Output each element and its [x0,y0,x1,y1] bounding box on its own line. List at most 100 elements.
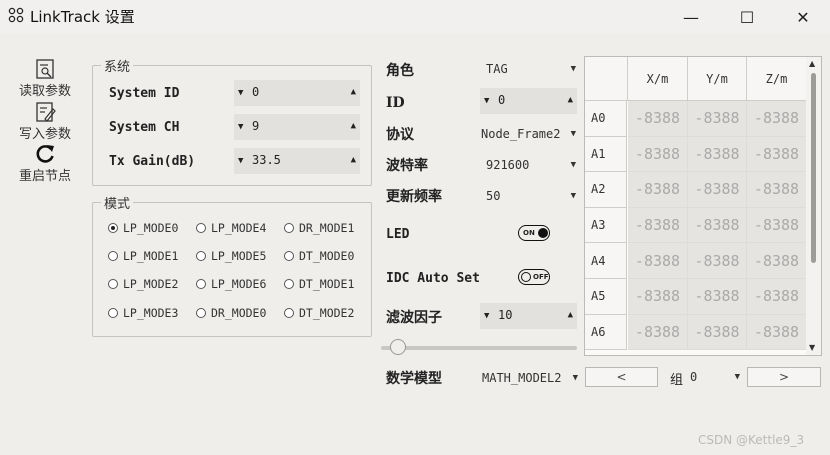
minimize-button[interactable]: — [668,0,714,34]
write-params-button[interactable]: 写入参数 [12,101,78,142]
mode-radio-dt-mode1[interactable]: DT_MODE1 [284,277,354,291]
increment-icon[interactable]: ▲ [351,87,356,97]
decrement-icon[interactable]: ▼ [238,156,243,166]
group-label: 组 [670,373,684,388]
scroll-thumb[interactable] [811,73,816,263]
mode-radio-lp-mode0[interactable]: LP_MODE0 [108,221,178,235]
radio-circle[interactable] [284,308,294,318]
baud-dropdown[interactable]: 921600 ▼ [486,158,576,174]
row-header[interactable]: A3 [585,207,627,244]
table-cell[interactable]: -8388 [628,243,688,279]
table-cell[interactable]: -8388 [747,207,807,244]
system-id-spinbox[interactable]: ▼ 0 ▲ [234,80,360,106]
filter-factor-spinbox[interactable]: ▼ 10 ▲ [480,303,577,329]
group-dropdown[interactable]: 0 ▼ [690,370,740,386]
mode-radio-lp-mode3[interactable]: LP_MODE3 [108,306,178,320]
mode-option-label: DT_MODE1 [299,277,355,291]
table-scrollbar[interactable]: ▲ ▼ [806,57,821,355]
row-header[interactable]: A6 [585,314,627,351]
next-group-button[interactable]: > [747,367,821,387]
decrement-icon[interactable]: ▼ [484,96,489,106]
radio-circle[interactable] [196,308,206,318]
led-toggle[interactable]: ON [518,225,550,241]
idc-auto-set-toggle[interactable]: OFF [518,269,550,285]
math-model-dropdown[interactable]: MATH_MODEL2 ▼ [482,371,578,387]
increment-icon[interactable]: ▲ [351,121,356,131]
close-button[interactable]: ✕ [780,0,826,34]
system-ch-spinbox[interactable]: ▼ 9 ▲ [234,114,360,140]
mode-option-label: DT_MODE2 [299,306,355,320]
table-cell[interactable]: -8388 [747,243,807,279]
title-bar: LinkTrack 设置 — ☐ ✕ [0,0,830,34]
chevron-down-icon: ▼ [570,129,576,139]
increment-icon[interactable]: ▲ [351,155,356,165]
filter-slider-track[interactable] [381,346,577,350]
id-spinbox[interactable]: ▼ 0 ▲ [480,88,577,114]
decrement-icon[interactable]: ▼ [484,311,489,321]
decrement-icon[interactable]: ▼ [238,122,243,132]
mode-radio-dr-mode1[interactable]: DR_MODE1 [284,221,354,235]
filter-slider-handle[interactable] [390,339,406,355]
table-cell[interactable]: -8388 [688,136,747,173]
mode-radio-dr-mode0[interactable]: DR_MODE0 [196,306,266,320]
radio-circle[interactable] [108,223,118,233]
scroll-up-icon[interactable]: ▲ [809,59,815,68]
mode-radio-dt-mode0[interactable]: DT_MODE0 [284,249,354,263]
row-header[interactable]: A1 [585,136,627,173]
radio-circle[interactable] [196,251,206,261]
tx-gain-spinbox[interactable]: ▼ 33.5 ▲ [234,148,360,174]
table-cell[interactable]: -8388 [747,101,807,137]
mode-radio-lp-mode6[interactable]: LP_MODE6 [196,277,266,291]
table-cell[interactable]: -8388 [747,136,807,173]
table-cell[interactable]: -8388 [628,279,688,315]
mode-radio-lp-mode5[interactable]: LP_MODE5 [196,249,266,263]
read-params-button[interactable]: 读取参数 [12,58,78,99]
row-header[interactable]: A2 [585,172,627,208]
scroll-down-icon[interactable]: ▼ [809,343,815,352]
table-cell[interactable]: -8388 [688,314,747,351]
protocol-dropdown[interactable]: Node_Frame2 ▼ [481,127,576,143]
read-params-icon [36,59,54,79]
mode-radio-lp-mode4[interactable]: LP_MODE4 [196,221,266,235]
table-cell[interactable]: -8388 [688,101,747,137]
mode-radio-dt-mode2[interactable]: DT_MODE2 [284,306,354,320]
radio-circle[interactable] [196,279,206,289]
mode-radio-lp-mode2[interactable]: LP_MODE2 [108,277,178,291]
prev-group-button[interactable]: < [585,367,658,387]
table-cell[interactable]: -8388 [747,172,807,208]
increment-icon[interactable]: ▲ [568,310,573,320]
table-cell[interactable]: -8388 [628,207,688,244]
table-cell[interactable]: -8388 [747,314,807,351]
radio-circle[interactable] [108,251,118,261]
table-cell[interactable]: -8388 [628,101,688,137]
row-header[interactable]: A5 [585,279,627,315]
table-cell[interactable]: -8388 [747,279,807,315]
led-label: LED [386,227,410,242]
row-header[interactable]: A4 [585,243,627,279]
radio-circle[interactable] [108,279,118,289]
restart-node-button[interactable]: 重启节点 [12,143,78,184]
column-header-z: Z/m [747,57,807,101]
radio-circle[interactable] [284,251,294,261]
column-header-y: Y/m [688,57,747,101]
baud-value: 921600 [486,158,530,172]
radio-circle[interactable] [284,279,294,289]
system-id-label: System ID [109,86,180,101]
table-cell[interactable]: -8388 [688,172,747,208]
role-dropdown[interactable]: TAG ▼ [486,62,576,78]
table-cell[interactable]: -8388 [688,279,747,315]
maximize-button[interactable]: ☐ [724,0,770,34]
radio-circle[interactable] [108,308,118,318]
table-cell[interactable]: -8388 [688,243,747,279]
table-cell[interactable]: -8388 [628,136,688,173]
radio-circle[interactable] [196,223,206,233]
decrement-icon[interactable]: ▼ [238,88,243,98]
table-cell[interactable]: -8388 [628,172,688,208]
increment-icon[interactable]: ▲ [568,95,573,105]
row-header[interactable]: A0 [585,101,627,137]
radio-circle[interactable] [284,223,294,233]
table-cell[interactable]: -8388 [688,207,747,244]
update-rate-dropdown[interactable]: 50 ▼ [486,189,576,205]
table-cell[interactable]: -8388 [628,314,688,351]
mode-radio-lp-mode1[interactable]: LP_MODE1 [108,249,178,263]
